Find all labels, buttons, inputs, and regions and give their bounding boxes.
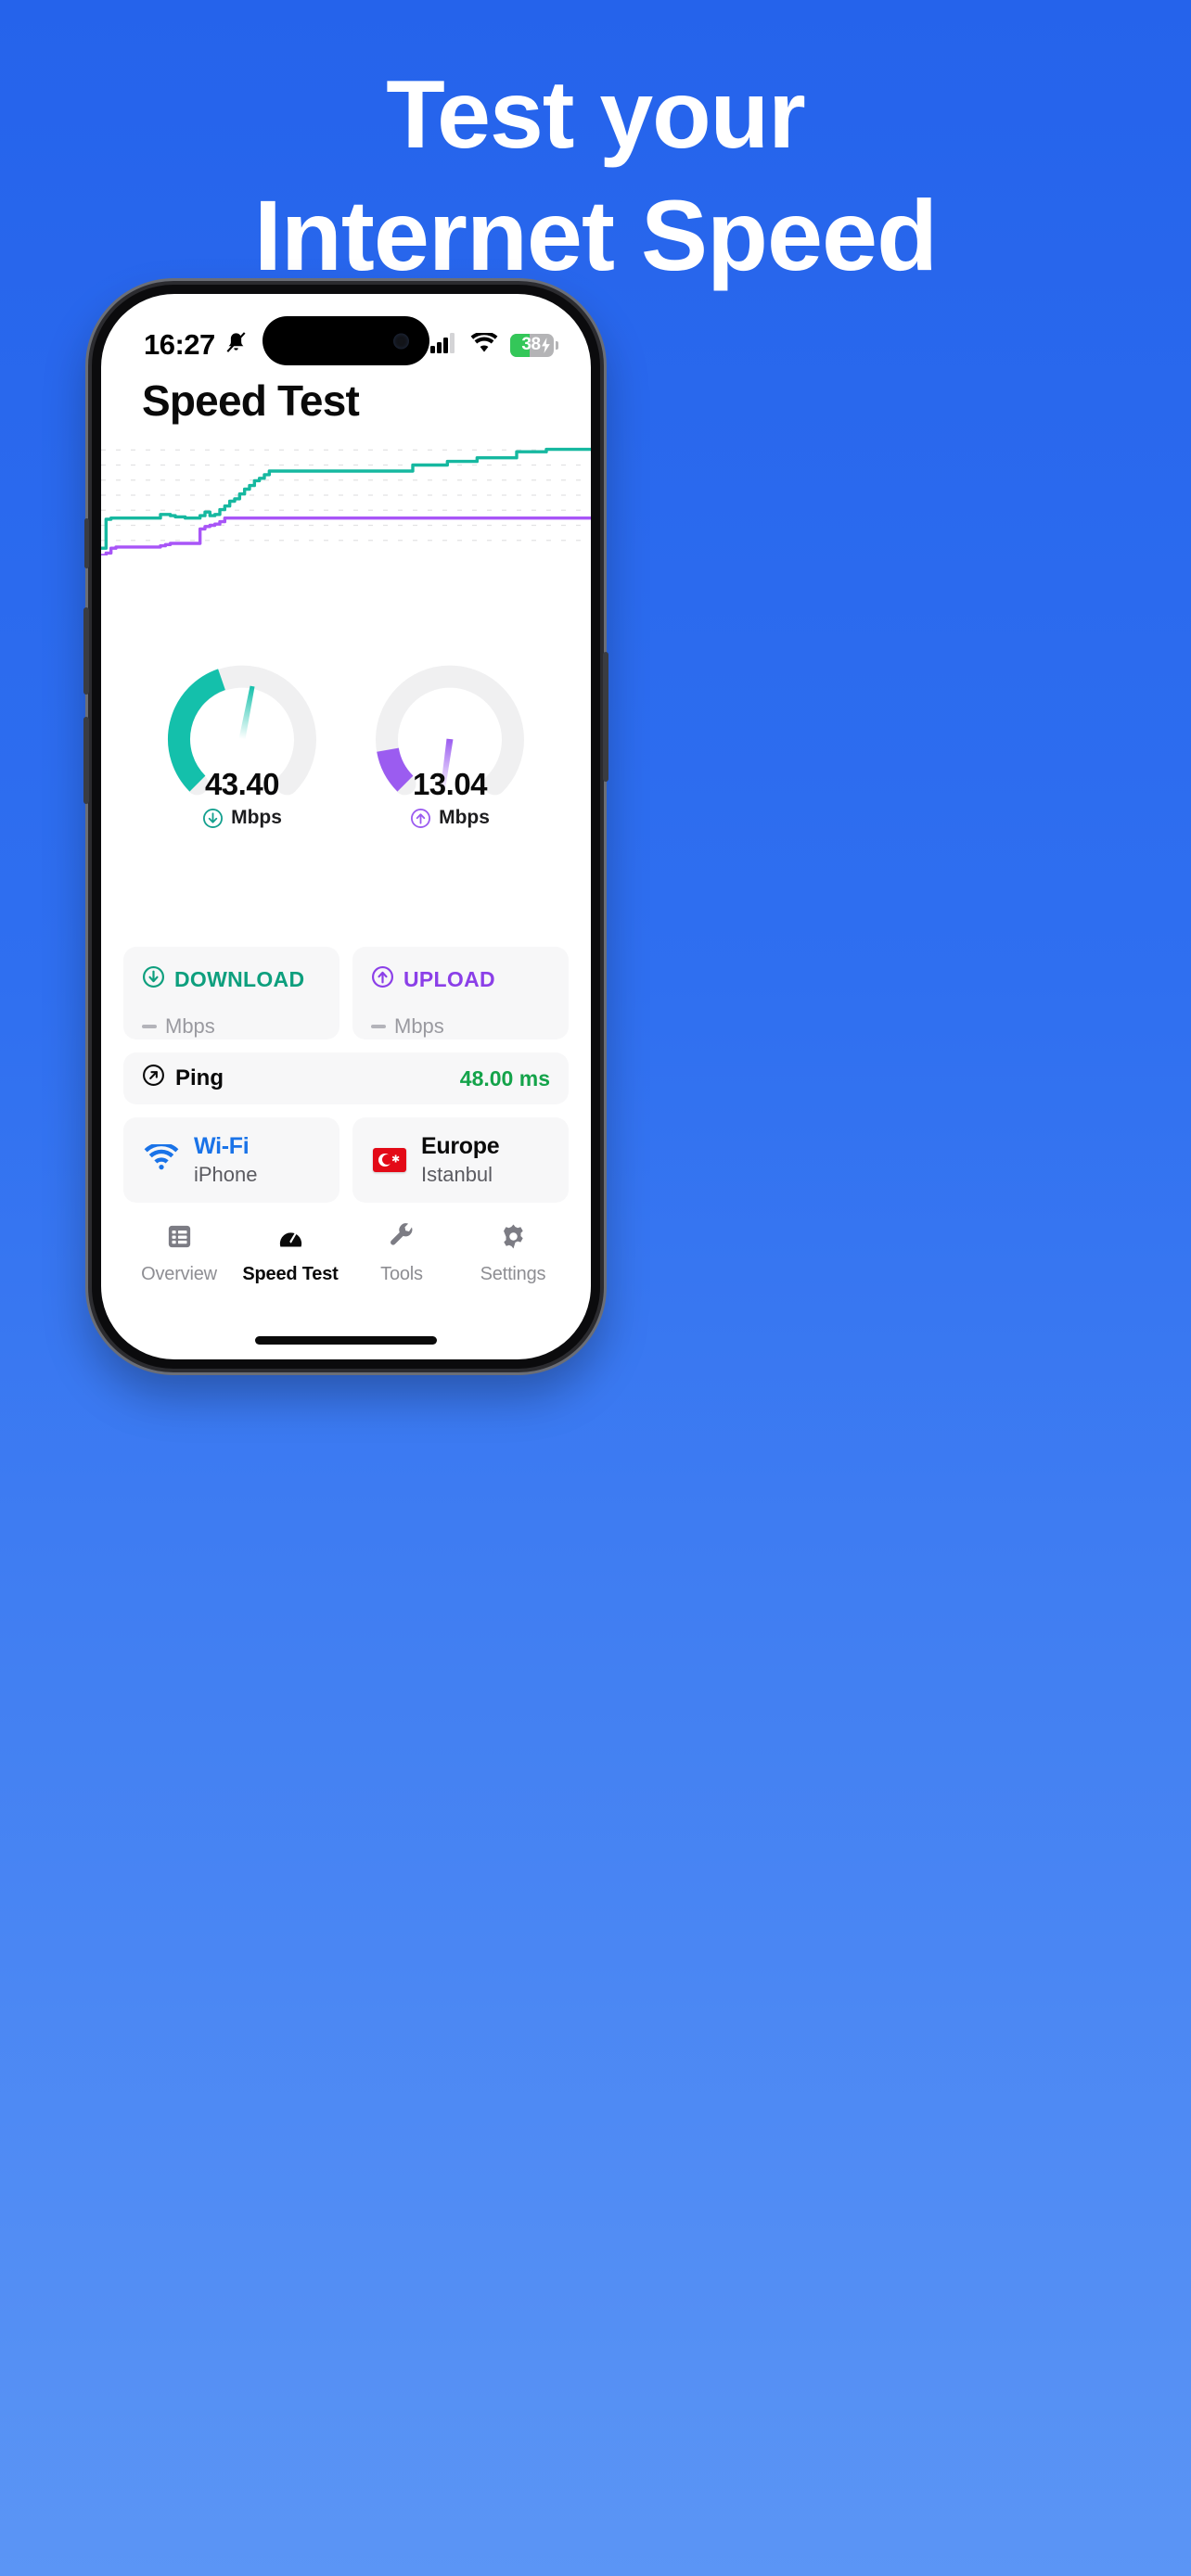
charging-bolt-icon [540,335,552,355]
connection-device-name: iPhone [194,1163,258,1186]
phone-frame: 16:27 38 Speed Test 43.40 Mbps 13.04 Mbp… [83,281,608,1372]
upload-card-unit: Mbps [394,1014,444,1038]
arrow-up-right-circle-icon [142,1064,165,1093]
promo-headline: Test your Internet Speed [0,67,1191,286]
empty-value-dash [142,1025,157,1028]
bottom-tab-bar: Overview Speed Test Tools Settings [101,1222,591,1311]
arrow-down-circle-icon [142,965,165,994]
download-result-card[interactable]: DOWNLOAD Mbps [123,947,339,1039]
upload-card-label: UPLOAD [403,967,495,991]
server-city-label: Istanbul [421,1163,493,1186]
clock: 16:27 [144,328,215,361]
status-bar-right: 38 [430,330,558,358]
upload-result-card[interactable]: UPLOAD Mbps [352,947,569,1039]
tab-settings[interactable]: Settings [462,1222,564,1285]
headline-line-1: Test your [386,61,805,169]
empty-value-dash [371,1025,386,1028]
mute-switch[interactable] [84,518,89,568]
download-gauge-unit: Mbps [231,807,282,828]
gear-icon [499,1222,528,1256]
list-icon [165,1222,194,1256]
results-section: DOWNLOAD Mbps UPLOAD Mbps Ping 48.00 ms … [123,947,569,1203]
tab-speed-test-label: Speed Test [242,1264,339,1284]
ping-value: 48.00 ms [459,1065,550,1090]
server-location-text: Europe Istanbul [421,1133,500,1187]
wrench-icon [388,1222,416,1256]
gauge-icon [276,1222,305,1256]
download-card-unit: Mbps [165,1014,215,1038]
wifi-icon [470,330,498,358]
download-card-value-row: Mbps [142,1014,321,1039]
download-card-header: DOWNLOAD [142,965,321,994]
upload-gauge-value: 13.04 [412,767,488,801]
arrow-up-circle-icon [371,965,394,994]
ping-row[interactable]: Ping 48.00 ms [123,1052,569,1104]
ping-label-group: Ping [142,1064,224,1093]
tab-speed-test[interactable]: Speed Test [239,1222,341,1285]
headline-line-2: Internet Speed [253,179,938,291]
status-bar-left: 16:27 [144,328,249,362]
home-indicator[interactable] [255,1336,437,1345]
ping-label: Ping [175,1065,224,1090]
connection-info-row: Wi-Fi iPhone ✱ Europe Istanbul [123,1117,569,1203]
arrow-down-circle-icon [202,808,224,829]
upload-card-value-row: Mbps [371,1014,550,1039]
gauge-group: 43.40 Mbps 13.04 Mbps [101,656,591,841]
power-button[interactable] [603,652,608,782]
tab-settings-label: Settings [480,1264,546,1284]
upload-card-header: UPLOAD [371,965,550,994]
server-location-card[interactable]: ✱ Europe Istanbul [352,1117,569,1203]
download-gauge-unit-row: Mbps [159,807,326,829]
battery-indicator: 38 [510,333,558,357]
speed-history-chart [101,435,591,555]
volume-down-button[interactable] [83,717,89,804]
tab-overview[interactable]: Overview [128,1222,230,1285]
tab-tools-label: Tools [380,1264,423,1284]
download-gauge: 43.40 Mbps [159,656,326,841]
phone-mockup: 16:27 38 Speed Test 43.40 Mbps 13.04 Mbp… [83,281,1103,1372]
tab-overview-label: Overview [141,1264,217,1284]
dynamic-island [263,316,429,365]
upload-gauge: 13.04 Mbps [366,656,533,841]
volume-up-button[interactable] [83,607,89,695]
bell-muted-icon [224,330,249,360]
page-title: Speed Test [142,376,360,425]
download-gauge-value: 43.40 [204,767,280,801]
arrow-up-circle-icon [410,808,431,829]
speed-cards-row: DOWNLOAD Mbps UPLOAD Mbps [123,947,569,1039]
wifi-icon [144,1141,179,1177]
tab-tools[interactable]: Tools [351,1222,453,1285]
server-region-label: Europe [421,1133,500,1159]
upload-gauge-unit-row: Mbps [366,807,533,829]
connection-type-card[interactable]: Wi-Fi iPhone [123,1117,339,1203]
connection-type-text: Wi-Fi iPhone [194,1133,258,1187]
turkey-flag-icon: ✱ [373,1148,406,1172]
phone-screen: 16:27 38 Speed Test 43.40 Mbps 13.04 Mbp… [101,294,591,1359]
download-card-label: DOWNLOAD [174,967,305,991]
connection-type-label: Wi-Fi [194,1133,250,1159]
cellular-bars-icon [430,332,458,358]
upload-gauge-unit: Mbps [439,807,490,828]
